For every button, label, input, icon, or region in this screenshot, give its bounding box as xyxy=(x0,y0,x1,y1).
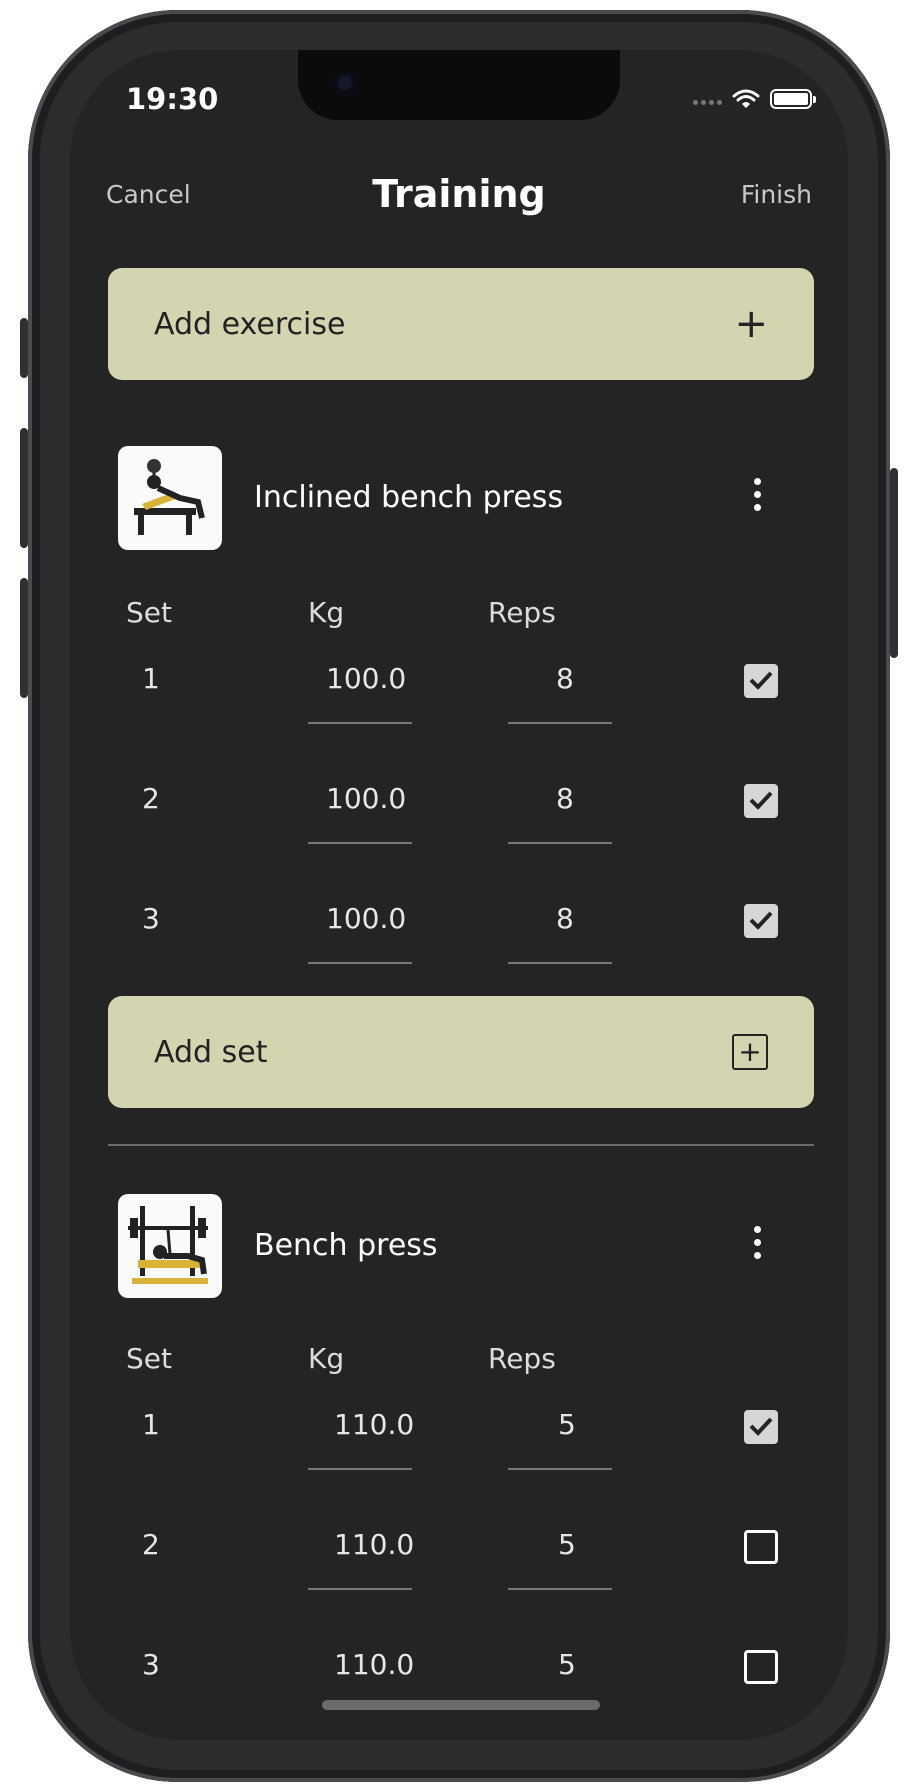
volume-down-button xyxy=(20,578,28,698)
finish-button[interactable]: Finish xyxy=(741,180,812,209)
set-number: 1 xyxy=(142,1408,160,1441)
set-done-checkbox[interactable] xyxy=(744,784,778,818)
reps-input[interactable]: 8 xyxy=(556,662,574,695)
more-options-icon[interactable] xyxy=(754,1226,762,1259)
set-done-checkbox[interactable] xyxy=(744,664,778,698)
kg-underline xyxy=(308,1468,412,1470)
reps-input[interactable]: 5 xyxy=(558,1528,576,1561)
more-options-icon[interactable] xyxy=(754,478,762,511)
reps-underline xyxy=(508,962,612,964)
set-header: Set xyxy=(126,596,172,629)
kg-input[interactable]: 110.0 xyxy=(334,1408,414,1441)
reps-underline xyxy=(508,1468,612,1470)
kg-input[interactable]: 110.0 xyxy=(334,1648,414,1681)
kg-input[interactable]: 100.0 xyxy=(326,782,406,815)
add-exercise-label: Add exercise xyxy=(154,306,346,342)
set-number: 2 xyxy=(142,1528,160,1561)
exercise-header: Bench press xyxy=(118,1194,808,1300)
kg-header: Kg xyxy=(308,596,345,629)
front-camera xyxy=(332,70,358,96)
status-time: 19:30 xyxy=(126,82,219,116)
exercise-thumbnail-bench-press xyxy=(118,1194,222,1298)
kg-underline xyxy=(308,1588,412,1590)
set-number: 3 xyxy=(142,1648,160,1681)
kg-input[interactable]: 110.0 xyxy=(334,1528,414,1561)
reps-input[interactable]: 8 xyxy=(556,782,574,815)
exercise-name: Inclined bench press xyxy=(254,480,564,515)
reps-underline xyxy=(508,722,612,724)
exercise-name: Bench press xyxy=(254,1228,438,1263)
reps-input[interactable]: 5 xyxy=(558,1648,576,1681)
nav-bar: Cancel Training Finish xyxy=(70,168,848,228)
home-indicator[interactable] xyxy=(322,1700,600,1710)
kg-input[interactable]: 100.0 xyxy=(326,902,406,935)
status-icons xyxy=(690,88,816,110)
reps-header: Reps xyxy=(488,1342,556,1375)
set-number: 2 xyxy=(142,782,160,815)
exercise-thumbnail-incline-bench xyxy=(118,446,222,550)
set-done-checkbox[interactable] xyxy=(744,1530,778,1564)
add-exercise-button[interactable]: Add exercise + xyxy=(108,268,814,380)
add-set-button[interactable]: Add set + xyxy=(108,996,814,1108)
set-done-checkbox[interactable] xyxy=(744,1410,778,1444)
set-number: 1 xyxy=(142,662,160,695)
reps-underline xyxy=(508,1588,612,1590)
mute-switch xyxy=(20,318,28,378)
plus-square-icon: + xyxy=(732,1034,768,1070)
battery-icon xyxy=(770,89,816,109)
reps-header: Reps xyxy=(488,596,556,629)
exercise-divider xyxy=(108,1144,814,1146)
page-title: Training xyxy=(372,172,546,216)
plus-icon: + xyxy=(734,301,768,347)
kg-underline xyxy=(308,722,412,724)
wifi-icon xyxy=(732,89,760,108)
volume-up-button xyxy=(20,428,28,548)
signal-icon xyxy=(690,90,722,109)
set-done-checkbox[interactable] xyxy=(744,904,778,938)
set-header: Set xyxy=(126,1342,172,1375)
exercise-header: Inclined bench press xyxy=(118,446,808,552)
power-button xyxy=(890,468,898,658)
set-done-checkbox[interactable] xyxy=(744,1650,778,1684)
kg-underline xyxy=(308,962,412,964)
add-set-label: Add set xyxy=(154,1034,268,1070)
reps-underline xyxy=(508,842,612,844)
reps-input[interactable]: 8 xyxy=(556,902,574,935)
kg-header: Kg xyxy=(308,1342,345,1375)
reps-input[interactable]: 5 xyxy=(558,1408,576,1441)
kg-input[interactable]: 100.0 xyxy=(326,662,406,695)
app-screen: 19:30 Cancel Training Finish Add exercis… xyxy=(70,50,848,1740)
kg-underline xyxy=(308,842,412,844)
set-number: 3 xyxy=(142,902,160,935)
